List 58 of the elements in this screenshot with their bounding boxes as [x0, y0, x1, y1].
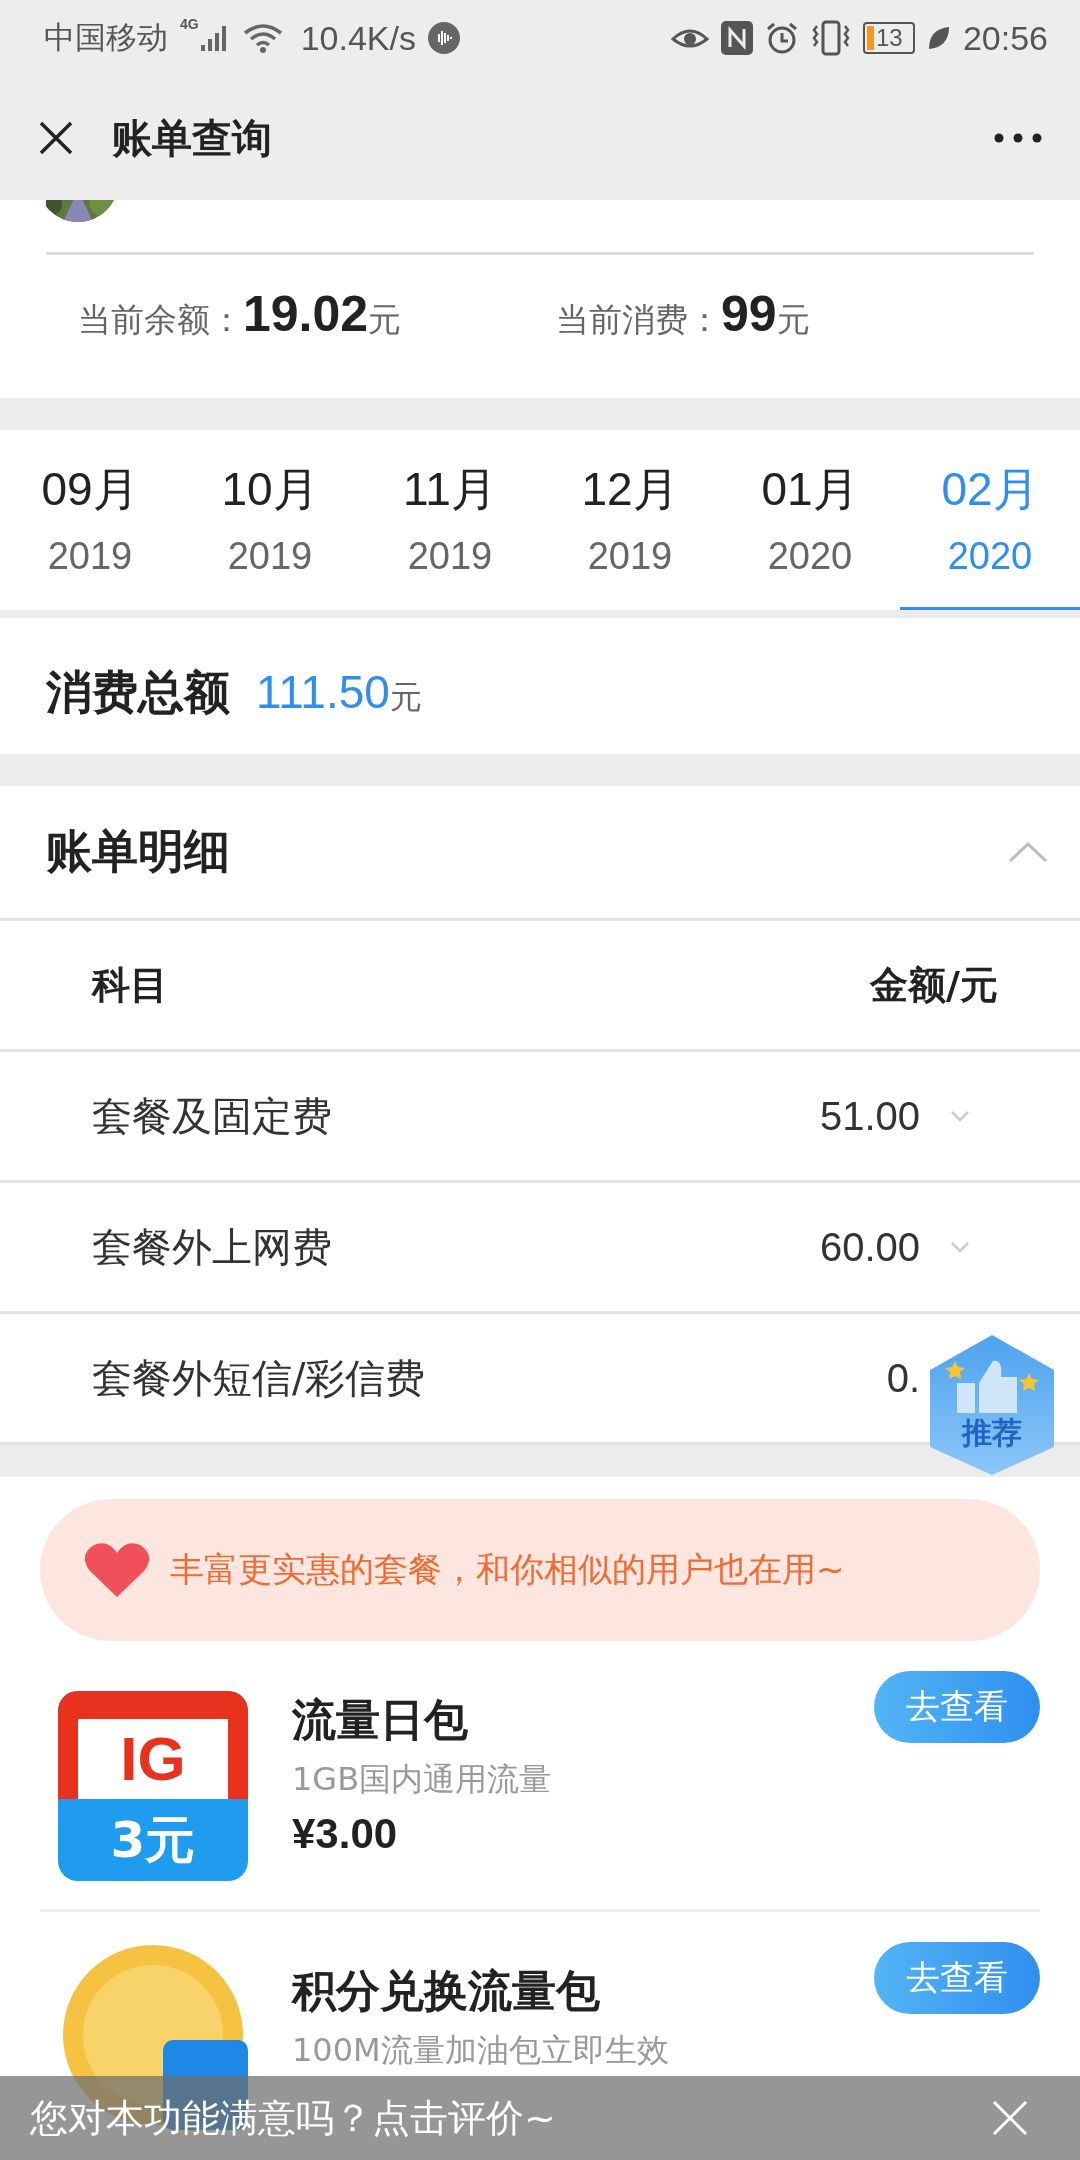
- summary-value: 19.02: [243, 285, 369, 343]
- more-icon[interactable]: [994, 133, 1042, 143]
- vibrate-icon: [810, 20, 851, 56]
- month-tab[interactable]: 02月 2020: [900, 430, 1080, 610]
- clock-time: 20:56: [962, 18, 1048, 58]
- column-header: 科目: [92, 961, 169, 1009]
- battery-level: 13: [875, 24, 903, 52]
- product-name: 积分兑换流量包: [292, 1964, 601, 2018]
- table-cell-text: 套餐及固定费: [92, 1091, 333, 1141]
- product-description: 1GB国内通用流量: [292, 1759, 553, 1800]
- close-icon[interactable]: [38, 120, 74, 156]
- chevron-icon[interactable]: [1008, 841, 1048, 863]
- table-cell: 51.00: [819, 1093, 920, 1139]
- icon-text: 3元: [110, 1809, 196, 1871]
- icon-text: IG: [78, 1719, 228, 1799]
- summary-label: 当前消费：: [556, 299, 721, 341]
- month-tab[interactable]: 09月 2019: [0, 430, 180, 610]
- table-cell: 60.00: [819, 1224, 920, 1270]
- unit-label: 元: [389, 677, 422, 718]
- network-speed: 10.4K/s: [300, 18, 416, 58]
- sound-wave-icon: [428, 22, 460, 54]
- summary-value: 99: [721, 285, 777, 343]
- column-header: 金额/元: [870, 961, 998, 1009]
- carrier-name: 中国移动: [44, 18, 168, 57]
- total-value: 111.50: [256, 665, 390, 719]
- heart-icon: [84, 1541, 150, 1599]
- feedback-toast[interactable]: 您对本功能满意吗？点击评价~: [0, 2076, 1080, 2160]
- page-title: 账单查询: [112, 113, 272, 163]
- section-title: 账单明细: [46, 823, 230, 880]
- unit-label: 元: [776, 299, 810, 341]
- badge-label: 推荐: [962, 1413, 1022, 1452]
- table-cell: 0.: [886, 1355, 920, 1401]
- summary-label: 当前余额：: [78, 299, 243, 341]
- view-button[interactable]: 去查看: [874, 1942, 1040, 2014]
- month-tab[interactable]: 10月 2019: [180, 430, 360, 610]
- month-tab[interactable]: 01月 2020: [720, 430, 900, 610]
- wifi-icon: [242, 23, 283, 53]
- chevron-icon[interactable]: [950, 1110, 970, 1122]
- battery-fill: [866, 26, 874, 50]
- banner-text: 丰富更实惠的套餐，和你相似的用户也在用~: [170, 1548, 845, 1591]
- month-tab[interactable]: 11月 2019: [360, 430, 540, 610]
- recommend-badge[interactable]: 推荐: [930, 1335, 1054, 1475]
- month-tab[interactable]: 12月 2019: [540, 430, 720, 610]
- promo-banner[interactable]: 丰富更实惠的套餐，和你相似的用户也在用~: [40, 1499, 1040, 1641]
- network-type: 4G: [180, 16, 199, 32]
- leaf-icon: [926, 25, 951, 51]
- table-cell-text: 套餐外上网费: [92, 1222, 333, 1272]
- view-button[interactable]: 去查看: [874, 1671, 1040, 1743]
- table-cell-text: 套餐外短信/彩信费: [92, 1353, 427, 1403]
- nfc-icon: [720, 21, 753, 55]
- unit-label: 元: [368, 299, 402, 341]
- total-label: 消费总额: [46, 664, 230, 721]
- product-description: 100M流量加油包立即生效: [292, 2030, 670, 2071]
- alarm-icon: [764, 21, 799, 55]
- toast-text: 您对本功能满意吗？点击评价~: [30, 2094, 556, 2142]
- product-name: 流量日包: [292, 1693, 469, 1747]
- product-price: ¥3.00: [292, 1810, 399, 1858]
- chevron-icon[interactable]: [950, 1241, 970, 1253]
